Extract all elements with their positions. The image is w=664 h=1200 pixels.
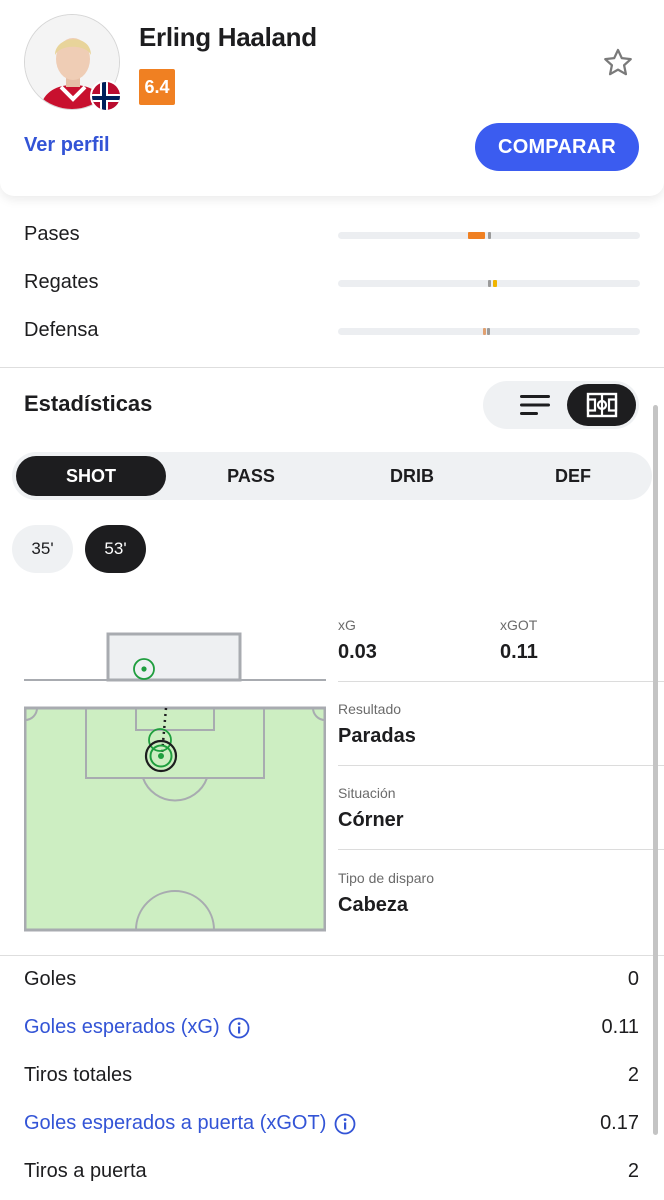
- section-divider: [0, 367, 664, 368]
- stat-value: 2: [627, 1160, 639, 1182]
- stat-row-xgot: Goles esperados a puerta (xGOT) 0.17: [0, 1112, 664, 1142]
- section-divider: [0, 955, 664, 956]
- view-toggle: [483, 381, 639, 429]
- info-icon[interactable]: [334, 1113, 356, 1135]
- stat-value: 0.11: [601, 1016, 639, 1038]
- detail-divider: [338, 849, 664, 850]
- player-rating-badge: 6.4: [139, 69, 175, 105]
- compare-button[interactable]: COMPARAR: [475, 123, 639, 171]
- tab-def[interactable]: DEF: [498, 452, 648, 500]
- goal-frame: [106, 632, 242, 682]
- rating-bar: [338, 232, 640, 239]
- xgot-label: xGOT: [500, 617, 538, 633]
- result-label: Resultado: [338, 701, 402, 717]
- rating-label: Defensa: [24, 319, 99, 341]
- rating-bar: [338, 328, 640, 335]
- stat-row-total-shots: Tiros totales 2: [0, 1064, 664, 1094]
- view-profile-link[interactable]: Ver perfil: [24, 134, 110, 157]
- rating-average-marker: [487, 328, 490, 335]
- stat-row-goals: Goles 0: [0, 968, 664, 998]
- situation-value: Córner: [338, 809, 404, 831]
- detail-divider: [338, 681, 664, 682]
- result-value: Paradas: [338, 725, 416, 747]
- rating-value-marker: [483, 328, 486, 335]
- shot-type-value: Cabeza: [338, 894, 409, 916]
- shot-minute-chip[interactable]: 35': [12, 525, 73, 573]
- stat-label: Tiros totales: [24, 1064, 133, 1086]
- list-view-icon[interactable]: [499, 381, 571, 429]
- xg-stat-link[interactable]: Goles esperados (xG): [24, 1016, 250, 1039]
- star-icon[interactable]: [601, 46, 635, 80]
- pitch: [23, 706, 327, 932]
- scrollbar[interactable]: [653, 405, 658, 1135]
- stat-label: Goles esperados a puerta (xGOT): [24, 1112, 327, 1134]
- xgot-value: 0.11: [500, 641, 538, 663]
- stat-row-shots-on-target: Tiros a puerta 2: [0, 1160, 664, 1190]
- player-header: Erling Haaland 6.4 Ver perfil COMPARAR: [0, 0, 664, 196]
- tab-drib[interactable]: DRIB: [337, 452, 487, 500]
- rating-bar: [338, 280, 640, 287]
- xg-label: xG: [338, 617, 356, 633]
- tab-pass[interactable]: PASS: [176, 452, 326, 500]
- rating-value-marker: [468, 232, 485, 239]
- stats-tabs: SHOT PASS DRIB DEF: [12, 452, 652, 500]
- shot-map: [23, 630, 327, 932]
- tab-shot[interactable]: SHOT: [16, 456, 166, 496]
- rating-label: Regates: [24, 271, 99, 293]
- stat-label: Tiros a puerta: [24, 1160, 147, 1182]
- pitch-view-icon[interactable]: [567, 384, 636, 426]
- detail-divider: [338, 765, 664, 766]
- stat-label: Goles: [24, 968, 77, 990]
- stat-row-xg: Goles esperados (xG) 0.11: [0, 1016, 664, 1046]
- rating-row-dribbles: Regates: [0, 269, 664, 299]
- xgot-stat-link[interactable]: Goles esperados a puerta (xGOT): [24, 1112, 356, 1135]
- shot-minute-chip-active[interactable]: 53': [85, 525, 146, 573]
- rating-value-marker: [493, 280, 497, 287]
- stat-value: 2: [627, 1064, 639, 1086]
- norway-flag-icon: [90, 80, 122, 112]
- stat-label: Goles esperados (xG): [24, 1016, 220, 1038]
- stat-value: 0.17: [600, 1112, 639, 1134]
- rating-average-marker: [488, 280, 491, 287]
- xg-value: 0.03: [338, 641, 377, 663]
- info-icon[interactable]: [228, 1017, 250, 1039]
- rating-row-defense: Defensa: [0, 317, 664, 347]
- shot-type-label: Tipo de disparo: [338, 870, 434, 886]
- player-name: Erling Haaland: [139, 22, 317, 52]
- stats-title: Estadísticas: [24, 391, 153, 416]
- rating-average-marker: [488, 232, 491, 239]
- rating-label: Pases: [24, 223, 80, 245]
- situation-label: Situación: [338, 785, 396, 801]
- rating-row-passes: Pases: [0, 221, 664, 251]
- stat-value: 0: [627, 968, 639, 990]
